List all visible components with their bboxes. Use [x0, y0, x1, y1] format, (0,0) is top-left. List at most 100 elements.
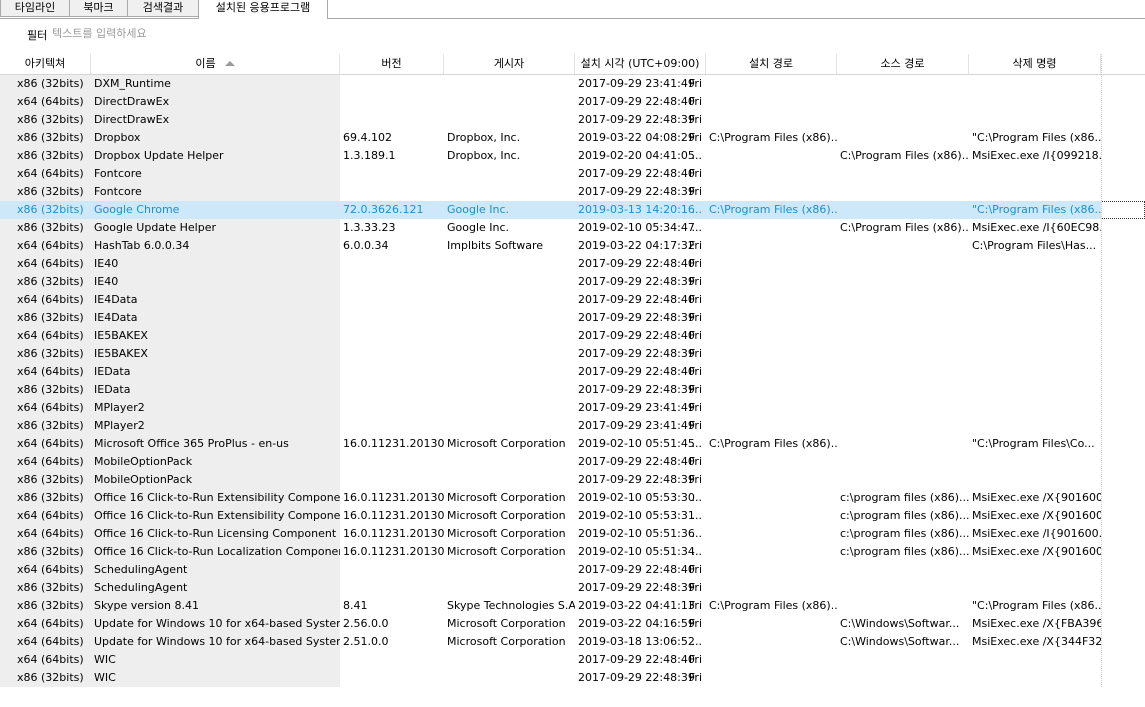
table-row[interactable]: x86 (32bits) Google Update Helper 1.3.33.2… [0, 219, 1145, 237]
cell-arch: x86 (32bits) [0, 129, 91, 147]
cell-uninstall [969, 561, 1101, 579]
table-row[interactable]: x86 (32bits) Fontcore 2017-09-29 22:48:39 F… [0, 183, 1145, 201]
column-header-version[interactable]: 버전 [340, 54, 444, 74]
table-row[interactable]: x64 (64bits) IE5BAKEX 2017-09-29 22:48:40 F… [0, 327, 1145, 345]
table-row[interactable]: x64 (64bits) Microsoft Office 365 ProPlus… [0, 435, 1145, 453]
table-row[interactable]: x86 (32bits) IEData 2017-09-29 22:48:39 Fri [0, 381, 1145, 399]
install-day-of-week: Fri [688, 113, 702, 126]
table-row[interactable]: x86 (32bits) SchedulingAgent 2017-09-29 22… [0, 579, 1145, 597]
install-day-of-week: Fri [688, 617, 702, 630]
cell-install-time: 2017-09-29 22:48:40 Fri [575, 165, 706, 183]
cell-name: Fontcore [91, 183, 340, 201]
table-row[interactable]: x64 (64bits) Update for Windows 10 for x6… [0, 633, 1145, 651]
table-row[interactable]: x64 (64bits) MobileOptionPack 2017-09-29 2… [0, 453, 1145, 471]
table-row[interactable]: x64 (64bits) DirectDrawEx 2017-09-29 22:48… [0, 93, 1145, 111]
cell-uninstall [969, 417, 1101, 435]
cell-install-time: 2017-09-29 22:48:40 Fri [575, 561, 706, 579]
table-row[interactable]: x86 (32bits) Office 16 Click-to-Run Local… [0, 543, 1145, 561]
install-time-value: 2017-09-29 22:48:39 [578, 671, 695, 684]
tab-installed-apps[interactable]: 설치된 응용프로그램 [198, 0, 328, 19]
cell-uninstall [969, 291, 1101, 309]
install-time-value: 2017-09-29 22:48:40 [578, 455, 695, 468]
cell-version: 1.3.189.1 [343, 149, 396, 162]
cell-arch: x86 (32bits) [0, 381, 91, 399]
column-header-name[interactable]: 이름 [91, 54, 340, 74]
table-row[interactable]: x64 (64bits) WIC 2017-09-29 22:48:40 Fri [0, 651, 1145, 669]
cell-install-path [706, 165, 837, 183]
table-row[interactable]: x86 (32bits) WIC 2017-09-29 22:48:39 Fri [0, 669, 1145, 687]
cell-source-path [837, 255, 969, 273]
cell-source-path [837, 399, 969, 417]
column-header-publisher[interactable]: 게시자 [444, 54, 575, 74]
table-row[interactable]: x64 (64bits) Fontcore 2017-09-29 22:48:40 F… [0, 165, 1145, 183]
cell-name: IE4Data [91, 309, 340, 327]
tab-timeline[interactable]: 타임라인 [0, 0, 70, 17]
column-header-label: 이름 [195, 57, 216, 70]
table-row[interactable]: x86 (32bits) MPlayer2 2017-09-29 23:41:49 F… [0, 417, 1145, 435]
install-day-of-week: Fri [688, 599, 702, 612]
cell-version [340, 471, 444, 489]
tab-bookmarks[interactable]: 북마크 [69, 0, 128, 17]
cell-version [340, 183, 444, 201]
table-row[interactable]: x64 (64bits) HashTab 6.0.0.34 6.0.0.34 Impl… [0, 237, 1145, 255]
install-day-of-week: Fri [688, 95, 702, 108]
table-row[interactable]: x86 (32bits) DXM_Runtime 2017-09-29 23:41:… [0, 75, 1145, 93]
table-row[interactable]: x64 (64bits) Office 16 Click-to-Run Exten… [0, 507, 1145, 525]
table-row[interactable]: x64 (64bits) IEData 2017-09-29 22:48:40 Fri [0, 363, 1145, 381]
table-row[interactable]: x64 (64bits) SchedulingAgent 2017-09-29 22… [0, 561, 1145, 579]
install-day-of-week: Fri [688, 131, 702, 144]
table-row[interactable]: x86 (32bits) IE4Data 2017-09-29 22:48:39 Fr… [0, 309, 1145, 327]
cell-name: IE4Data [91, 291, 340, 309]
column-header-source-path[interactable]: 소스 경로 [837, 54, 969, 74]
cell-uninstall: C:\Program Files\Has... [972, 239, 1097, 252]
cell-install-path [706, 255, 837, 273]
table-row[interactable]: x64 (64bits) IE4Data 2017-09-29 22:48:40 Fr… [0, 291, 1145, 309]
cell-publisher [444, 453, 575, 471]
cell-version [340, 111, 444, 129]
table-row[interactable]: x64 (64bits) IE40 2017-09-29 22:48:40 Fri [0, 255, 1145, 273]
cell-name: HashTab 6.0.0.34 [91, 237, 340, 255]
cell-version [340, 93, 444, 111]
tab-search-results[interactable]: 검색결과 [127, 0, 199, 17]
install-day-of-week: Fri [688, 329, 702, 342]
cell-install-path [706, 75, 837, 93]
install-time-value: 2017-09-29 22:48:39 [578, 383, 695, 396]
install-day-of-week: Fri [688, 167, 702, 180]
table-row[interactable]: x86 (32bits) DirectDrawEx 2017-09-29 22:48… [0, 111, 1145, 129]
cell-uninstall: MsiExec.exe /X{FBA396... [972, 617, 1101, 630]
cell-publisher: Microsoft Corporation [447, 437, 566, 450]
cell-source-path [837, 381, 969, 399]
table-row[interactable]: x86 (32bits) Dropbox Update Helper 1.3.189… [0, 147, 1145, 165]
table-row[interactable]: x86 (32bits) MobileOptionPack 2017-09-29 2… [0, 471, 1145, 489]
table-row[interactable]: x86 (32bits) IE5BAKEX 2017-09-29 22:48:39 F… [0, 345, 1145, 363]
column-header-uninstall[interactable]: 삭제 명령 [969, 54, 1101, 74]
table-row[interactable]: x64 (64bits) MPlayer2 2017-09-29 23:41:49 F… [0, 399, 1145, 417]
table-row[interactable]: x86 (32bits) IE40 2017-09-29 22:48:39 Fri [0, 273, 1145, 291]
table-row[interactable]: x64 (64bits) Office 16 Click-to-Run Licen… [0, 525, 1145, 543]
cell-name: MobileOptionPack [91, 471, 340, 489]
cell-uninstall [969, 453, 1101, 471]
cell-install-path [706, 399, 837, 417]
cell-version [340, 165, 444, 183]
table-row[interactable]: x86 (32bits) Skype version 8.41 8.41 Skype … [0, 597, 1145, 615]
install-day-of-week: ... [691, 527, 703, 540]
cell-uninstall: MsiExec.exe /I{901600... [972, 527, 1101, 540]
cell-install-time: 2019-03-22 04:16:59 Fri [575, 615, 706, 633]
table-row[interactable]: x86 (32bits) Office 16 Click-to-Run Exten… [0, 489, 1145, 507]
install-day-of-week: ... [691, 437, 703, 450]
column-header-arch[interactable]: 아키텍쳐 [0, 54, 91, 74]
cell-publisher [444, 417, 575, 435]
install-time-value: 2017-09-29 22:48:40 [578, 293, 695, 306]
cell-uninstall [969, 327, 1101, 345]
column-header-install-time[interactable]: 설치 시각 (UTC+09:00) [575, 54, 706, 74]
table-row[interactable]: x64 (64bits) Update for Windows 10 for x6… [0, 615, 1145, 633]
column-header-install-path[interactable]: 설치 경로 [706, 54, 837, 74]
install-time-value: 2017-09-29 22:48:40 [578, 257, 695, 270]
table-row[interactable]: x86 (32bits) Google Chrome 72.0.3626.121 Go… [0, 201, 1145, 219]
cell-source-path [837, 237, 969, 255]
table-row[interactable]: x86 (32bits) Dropbox 69.4.102 Dropbox, Inc.… [0, 129, 1145, 147]
cell-arch: x86 (32bits) [0, 417, 91, 435]
filter-input[interactable] [50, 24, 252, 42]
install-day-of-week: Fri [688, 239, 702, 252]
install-day-of-week: Fri [688, 185, 702, 198]
